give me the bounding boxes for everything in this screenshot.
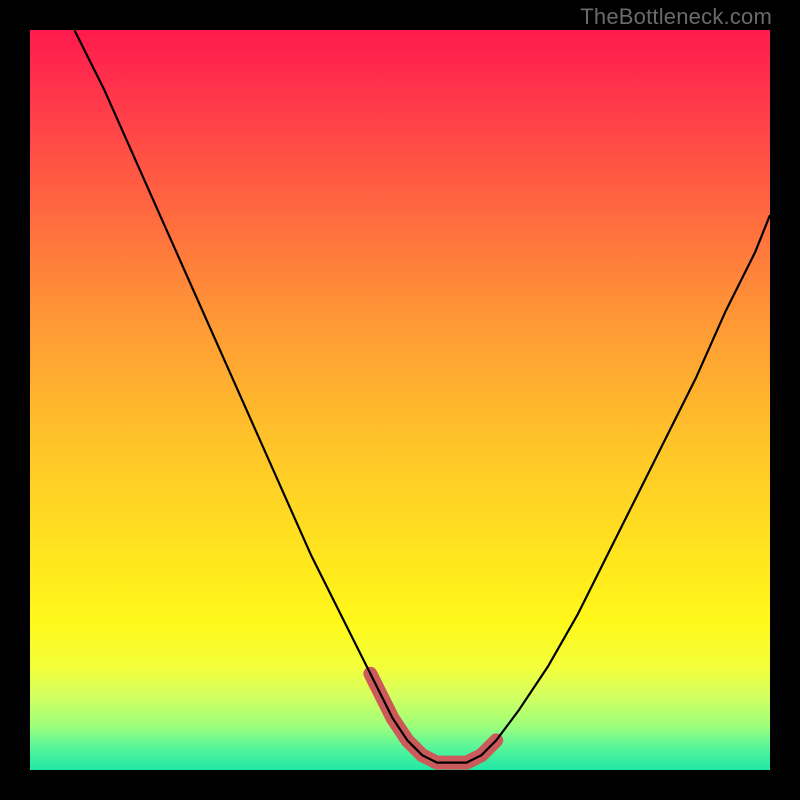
bottleneck-curve-svg (30, 30, 770, 770)
attribution-label: TheBottleneck.com (580, 4, 772, 30)
optimal-range-highlight (370, 674, 496, 763)
chart-plot-area (30, 30, 770, 770)
bottleneck-curve-line (74, 30, 770, 763)
chart-frame: TheBottleneck.com (0, 0, 800, 800)
